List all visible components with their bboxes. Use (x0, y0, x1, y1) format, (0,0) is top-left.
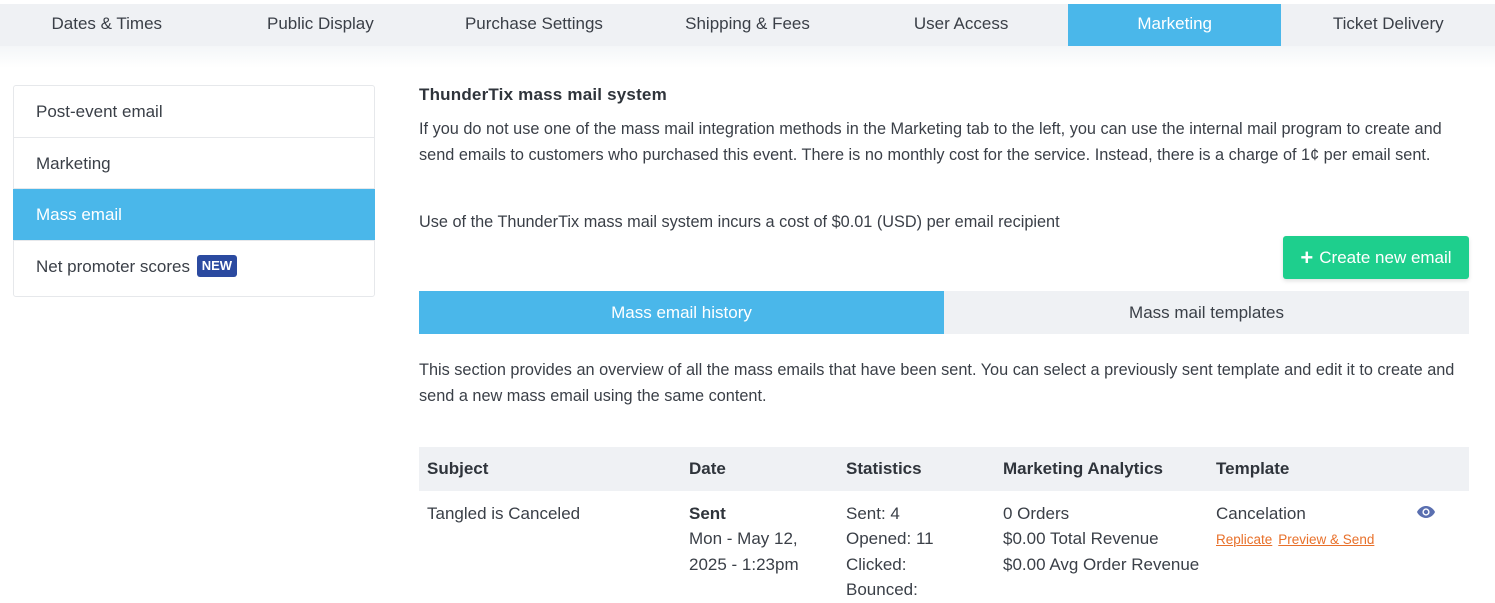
tab-mass-mail-templates[interactable]: Mass mail templates (944, 291, 1469, 334)
sidebar-item-label: Net promoter scores (36, 256, 190, 276)
eye-icon[interactable] (1416, 505, 1436, 519)
analytics-avg-revenue: $0.00 Avg Order Revenue (1003, 554, 1200, 574)
plus-icon: + (1300, 245, 1314, 270)
header-actions (1408, 447, 1469, 491)
tab-shipping-fees[interactable]: Shipping & Fees (641, 4, 855, 46)
main-content: ThunderTix mass mail system (419, 84, 1470, 106)
intro-text: If you do not use one of the mass mail i… (419, 120, 1442, 164)
cell-analytics: 0 Orders $0.00 Total Revenue $0.00 Avg O… (995, 501, 1208, 602)
tab-marketing[interactable]: Marketing (1067, 4, 1282, 46)
header-date: Date (689, 459, 726, 478)
sidebar-item-net-promoter-scores[interactable]: Net promoter scores NEW (14, 241, 374, 293)
create-button-label: Create new email (1319, 248, 1452, 267)
tab-bar-shadow (0, 46, 1495, 68)
preview-send-link[interactable]: Preview & Send (1278, 532, 1374, 547)
top-tab-bar: Dates & Times Public Display Purchase Se… (0, 4, 1495, 46)
sidebar-item-mass-email[interactable]: Mass email (13, 189, 375, 241)
stat-sent: Sent: 4 (846, 504, 900, 523)
header-statistics: Statistics (846, 459, 922, 478)
history-description: This section provides an overview of all… (419, 361, 1455, 405)
sidebar: Post-event email Marketing Mass email Ne… (13, 85, 375, 297)
status-label: Sent (689, 504, 726, 523)
stat-clicked: Clicked: (846, 554, 907, 574)
table-row: Tangled is Canceled Sent Mon - May 12, 2… (419, 491, 1469, 602)
header-template: Template (1216, 459, 1290, 478)
replicate-link[interactable]: Replicate (1216, 532, 1272, 547)
create-new-email-button[interactable]: + Create new email (1283, 236, 1469, 279)
cell-subject: Tangled is Canceled (427, 504, 581, 523)
analytics-orders: 0 Orders (1003, 504, 1070, 523)
tab-dates-times[interactable]: Dates & Times (0, 4, 214, 46)
mass-email-subtabs: Mass email history Mass mail templates (419, 291, 1469, 334)
mass-email-table: Subject Date Statistics Marketing Analyt… (419, 447, 1469, 602)
template-links: Replicate Preview & Send (1216, 526, 1408, 552)
stat-opened: Opened: 11 (846, 529, 934, 549)
table-header: Subject Date Statistics Marketing Analyt… (419, 447, 1469, 491)
header-marketing-analytics: Marketing Analytics (1003, 459, 1163, 478)
template-name: Cancelation (1216, 504, 1306, 523)
new-badge: NEW (196, 254, 238, 277)
cell-statistics: Sent: 4 Opened: 11 Clicked: Bounced: (838, 501, 995, 602)
tab-ticket-delivery[interactable]: Ticket Delivery (1281, 4, 1495, 46)
tab-purchase-settings[interactable]: Purchase Settings (427, 4, 641, 46)
date-line: Mon - May 12, (689, 529, 798, 549)
sidebar-item-marketing[interactable]: Marketing (14, 138, 374, 189)
tab-user-access[interactable]: User Access (854, 4, 1068, 46)
cost-note: Use of the ThunderTix mass mail system i… (419, 213, 1060, 231)
cell-date: Sent Mon - May 12, 2025 - 1:23pm (681, 501, 838, 602)
cell-template: Cancelation Replicate Preview & Send (1208, 501, 1408, 602)
page-title: ThunderTix mass mail system (419, 85, 667, 104)
analytics-total-revenue: $0.00 Total Revenue (1003, 529, 1159, 549)
sidebar-item-post-event-email[interactable]: Post-event email (14, 86, 374, 138)
cell-actions (1408, 501, 1469, 602)
date-line: 2025 - 1:23pm (689, 554, 799, 574)
stat-bounced: Bounced: (846, 579, 918, 599)
header-subject: Subject (427, 459, 489, 478)
tab-mass-email-history[interactable]: Mass email history (419, 291, 944, 334)
tab-public-display[interactable]: Public Display (214, 4, 428, 46)
